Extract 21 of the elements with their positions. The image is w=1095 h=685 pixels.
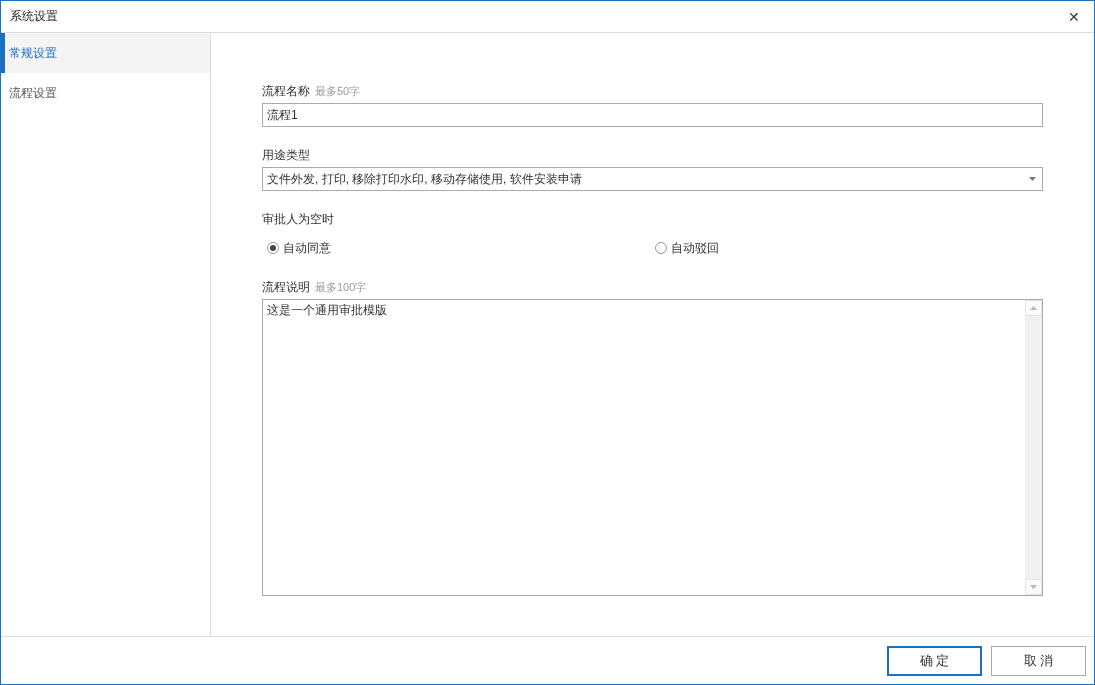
field-label: 用途类型 bbox=[262, 147, 310, 164]
cancel-button[interactable]: 取 消 bbox=[991, 645, 1086, 676]
caret-icon bbox=[1029, 177, 1036, 181]
field-hint: 最多100字 bbox=[315, 280, 367, 295]
sidebar-item[interactable]: 流程设置 bbox=[1, 73, 210, 113]
field-hint: 最多50字 bbox=[315, 84, 361, 99]
radio-label[interactable]: 自动同意 bbox=[283, 239, 331, 257]
description-field[interactable]: 这是一个通用审批模版 bbox=[262, 299, 1043, 596]
sidebar-item[interactable]: 常规设置 bbox=[1, 33, 210, 73]
scroll-down-icon[interactable] bbox=[1030, 585, 1037, 589]
window-title: 系统设置 bbox=[9, 8, 58, 25]
close-button[interactable]: ✕ bbox=[1054, 1, 1094, 32]
scroll-up-icon[interactable] bbox=[1030, 306, 1037, 310]
usage-dropdown[interactable]: 文件外发, 打印, 移除打印水印, 移动存储使用, 软件安装申请 bbox=[262, 167, 1043, 191]
field-label: 审批人为空时 bbox=[262, 211, 334, 228]
field-label: 流程名称 bbox=[262, 83, 310, 100]
radio-label[interactable]: 自动驳回 bbox=[671, 239, 719, 257]
name-field[interactable]: 流程1 bbox=[262, 103, 1043, 127]
confirm-button[interactable]: 确 定 bbox=[887, 645, 982, 676]
scrollbar[interactable] bbox=[1025, 300, 1042, 595]
field-label: 流程说明 bbox=[262, 279, 310, 296]
